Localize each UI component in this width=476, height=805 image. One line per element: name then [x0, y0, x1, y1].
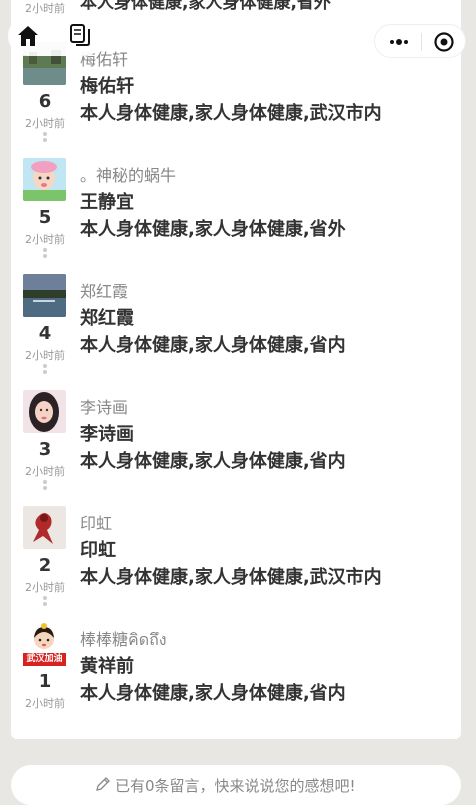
ellipsis-icon	[42, 248, 48, 258]
entry-status: 本人身体健康,家人身体健康,省内	[80, 451, 346, 472]
entry-left-column: 6 2小时前	[23, 42, 67, 158]
entry-real-name: 王静宜	[80, 192, 134, 213]
entry-number: 4	[38, 323, 52, 344]
entry-nickname: 郑红霞	[80, 282, 129, 301]
list-item[interactable]: 4 2小时前 郑红霞 郑红霞 本人身体健康,家人身体健康,省内	[0, 274, 476, 390]
list-item[interactable]: 6 2小时前 梅佑轩 梅佑轩 本人身体健康,家人身体健康,武汉市内	[0, 42, 476, 158]
pages-icon[interactable]	[68, 22, 94, 48]
entry-left-column: 2 2小时前	[23, 506, 67, 622]
avatar[interactable]	[23, 158, 66, 201]
entry-real-name: 李诗画	[80, 424, 134, 445]
avatar[interactable]	[23, 390, 66, 433]
entry-status: 本人身体健康,家人身体健康,省内	[80, 335, 346, 356]
entry-time: 2小时前	[25, 581, 65, 594]
entry-left-column: 武汉加油 1 2小时前	[23, 622, 67, 738]
partial-entry-time: 2小时前	[25, 2, 65, 15]
entry-number: 3	[38, 439, 52, 460]
capsule-divider	[421, 33, 422, 51]
entry-status: 本人身体健康,家人身体健康,武汉市内	[80, 103, 382, 124]
list-item[interactable]: 3 2小时前 李诗画 李诗画 本人身体健康,家人身体健康,省内	[0, 390, 476, 506]
partial-entry-status: 本人身体健康,家人身体健康,省外	[80, 0, 331, 13]
entry-status: 本人身体健康,家人身体健康,武汉市内	[80, 567, 382, 588]
entry-time: 2小时前	[25, 349, 65, 362]
entry-left-column: 4 2小时前	[23, 274, 67, 390]
avatar[interactable]: 武汉加油	[23, 622, 66, 666]
comment-prompt-text: 已有0条留言，快来说说您的感想吧!	[115, 777, 356, 795]
comment-input-bar[interactable]: 已有0条留言，快来说说您的感想吧!	[11, 765, 461, 805]
avatar[interactable]	[23, 506, 66, 549]
entry-number: 2	[38, 555, 52, 576]
entry-real-name: 印虹	[80, 540, 116, 561]
entry-number: 5	[38, 207, 52, 228]
miniprogram-capsule	[374, 24, 466, 58]
ellipsis-icon	[42, 132, 48, 142]
entry-left-column: 3 2小时前	[23, 390, 67, 506]
entry-number: 6	[38, 91, 52, 112]
entry-left-column: 5 2小时前	[23, 158, 67, 274]
list-item[interactable]: 5 2小时前 。神秘的蜗牛 王静宜 本人身体健康,家人身体健康,省外	[0, 158, 476, 274]
list-item[interactable]: 武汉加油 1 2小时前 棒棒糖คิดถึง 黄祥前 本人身体健康,家人身体健康,…	[0, 622, 476, 738]
target-circle-icon[interactable]	[433, 31, 455, 53]
entry-real-name: 黄祥前	[80, 656, 134, 677]
entry-nickname: 印虹	[80, 514, 113, 533]
avatar[interactable]	[23, 274, 66, 317]
entry-status: 本人身体健康,家人身体健康,省外	[80, 219, 346, 240]
more-dots-icon[interactable]	[389, 34, 409, 50]
entry-nickname: 李诗画	[80, 398, 129, 417]
entry-nickname: 棒棒糖คิดถึง	[80, 630, 167, 649]
entry-time: 2小时前	[25, 697, 65, 710]
entry-time: 2小时前	[25, 465, 65, 478]
ellipsis-icon	[42, 480, 48, 490]
ellipsis-icon	[42, 364, 48, 374]
nav-bar-left	[8, 16, 104, 56]
entry-time: 2小时前	[25, 117, 65, 130]
ellipsis-icon	[42, 596, 48, 606]
entry-number: 1	[38, 671, 52, 692]
entry-nickname: 。神秘的蜗牛	[80, 166, 177, 185]
entry-real-name: 梅佑轩	[80, 76, 134, 97]
entry-status: 本人身体健康,家人身体健康,省内	[80, 683, 346, 704]
list-item[interactable]: 2 2小时前 印虹 印虹 本人身体健康,家人身体健康,武汉市内	[0, 506, 476, 622]
home-icon[interactable]	[16, 24, 40, 48]
entry-time: 2小时前	[25, 233, 65, 246]
pencil-icon	[95, 776, 111, 792]
avatar-badge-text: 武汉加油	[26, 654, 63, 664]
entry-real-name: 郑红霞	[80, 308, 134, 329]
